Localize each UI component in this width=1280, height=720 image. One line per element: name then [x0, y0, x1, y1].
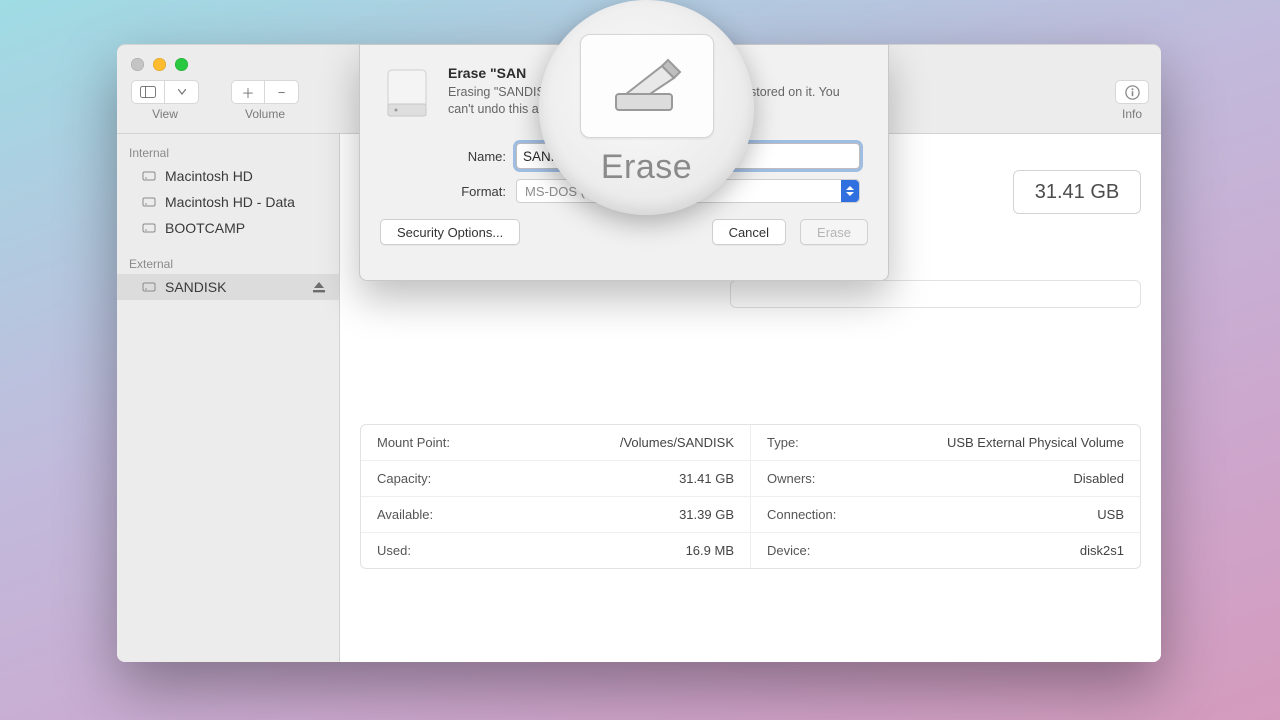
- used-value: 16.9 MB: [686, 543, 734, 558]
- info-button[interactable]: [1115, 80, 1149, 104]
- info-table: Mount Point: /Volumes/SANDISK Type: USB Ex…: [360, 424, 1141, 569]
- name-label: Name:: [380, 149, 516, 164]
- capacity-value: 31.41 GB: [679, 471, 734, 486]
- type-value: USB External Physical Volume: [947, 435, 1124, 450]
- available-value: 31.39 GB: [679, 507, 734, 522]
- zoom-button[interactable]: [175, 58, 188, 71]
- connection-label: Connection:: [767, 507, 836, 522]
- capacity-readout: 31.41 GB: [1013, 170, 1141, 214]
- sidebar-external-header: External: [117, 251, 339, 274]
- drive-icon: [141, 168, 157, 184]
- sidebar-item-macintosh-hd[interactable]: Macintosh HD: [117, 163, 339, 189]
- volume-add-button[interactable]: ＋: [231, 80, 265, 104]
- toolbar-view-label: View: [131, 107, 199, 121]
- device-label: Device:: [767, 543, 810, 558]
- owners-value: Disabled: [1073, 471, 1124, 486]
- select-arrows-icon: [841, 180, 859, 202]
- mount-point-label: Mount Point:: [377, 435, 450, 450]
- drive-large-icon: [380, 65, 434, 125]
- chevron-down-icon: [178, 89, 186, 95]
- owners-label: Owners:: [767, 471, 815, 486]
- erase-highlight-bubble: Erase: [539, 0, 754, 215]
- usage-bar: [730, 280, 1141, 308]
- sidebar: Internal Macintosh HD Macintosh HD - Dat…: [117, 134, 340, 662]
- info-icon: [1125, 85, 1140, 100]
- device-value: disk2s1: [1080, 543, 1124, 558]
- available-label: Available:: [377, 507, 433, 522]
- connection-value: USB: [1097, 507, 1124, 522]
- type-label: Type:: [767, 435, 799, 450]
- view-sidebar-toggle[interactable]: [131, 80, 165, 104]
- volume-remove-button[interactable]: −: [265, 80, 299, 104]
- format-label: Format:: [380, 184, 516, 199]
- toolbar-volume-group: ＋ − Volume: [231, 80, 299, 121]
- toolbar-view-group: View: [131, 80, 199, 121]
- drive-icon: [141, 220, 157, 236]
- sidebar-item-bootcamp[interactable]: BOOTCAMP: [117, 215, 339, 241]
- minimize-button[interactable]: [153, 58, 166, 71]
- view-menu-button[interactable]: [165, 80, 199, 104]
- sidebar-item-label: Macintosh HD: [165, 168, 253, 184]
- mount-point-value: /Volumes/SANDISK: [620, 435, 734, 450]
- sidebar-item-label: Macintosh HD - Data: [165, 194, 295, 210]
- plus-icon: ＋: [241, 83, 254, 102]
- toolbar-info-group: Info: [1115, 80, 1149, 121]
- minus-icon: −: [278, 85, 286, 100]
- drive-icon: [141, 194, 157, 210]
- sidebar-item-macintosh-hd-data[interactable]: Macintosh HD - Data: [117, 189, 339, 215]
- sidebar-item-label: SANDISK: [165, 279, 226, 295]
- security-options-button[interactable]: Security Options...: [380, 219, 520, 245]
- sidebar-item-sandisk[interactable]: SANDISK: [117, 274, 339, 300]
- erase-button[interactable]: Erase: [800, 219, 868, 245]
- capacity-label: Capacity:: [377, 471, 431, 486]
- toolbar-info-label: Info: [1115, 107, 1149, 121]
- cancel-button[interactable]: Cancel: [712, 219, 786, 245]
- sidebar-internal-header: Internal: [117, 140, 339, 163]
- used-label: Used:: [377, 543, 411, 558]
- traffic-lights: [131, 58, 188, 71]
- erase-toolbar-button[interactable]: [580, 34, 714, 138]
- sidebar-icon: [140, 86, 156, 98]
- erase-icon: [610, 54, 684, 118]
- toolbar-volume-label: Volume: [231, 107, 299, 121]
- close-button[interactable]: [131, 58, 144, 71]
- external-drive-icon: [141, 279, 157, 295]
- sidebar-item-label: BOOTCAMP: [165, 220, 245, 236]
- eject-icon[interactable]: [313, 280, 325, 296]
- erase-highlight-caption: Erase: [601, 148, 692, 187]
